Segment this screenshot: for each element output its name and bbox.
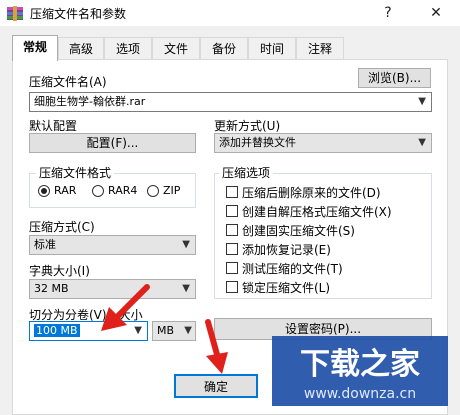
watermark-url: www.downza.cn [304,386,416,402]
dictionary-value: 32 MB [34,282,69,295]
tab-options[interactable]: 选项 [104,37,152,59]
recovery-record-label: 添加恢复记录(E) [242,243,331,257]
archiving-options-label: 压缩选项 [219,164,274,181]
split-size-value: 100 MB [34,324,80,337]
archive-name-label: 压缩文件名(A) [29,75,107,89]
solid-label: 创建固实压缩文件(S) [242,224,355,238]
sfx-checkbox[interactable] [226,205,238,217]
update-mode-label: 更新方式(U) [214,119,281,133]
format-rar4-radio[interactable] [92,185,104,197]
red-annotation-arrow-icon [101,284,150,331]
close-button[interactable]: ✕ [425,2,447,24]
archive-name-input[interactable]: 细胞生物学-翰依群.rar ▼ [29,92,432,112]
chevron-down-icon[interactable]: ▼ [184,322,192,340]
watermark-brand: 下载之家 [300,347,420,382]
method-select[interactable]: 标准 ▼ [29,235,196,255]
method-value: 标准 [34,238,56,251]
method-label: 压缩方式(C) [29,220,95,234]
format-rar-label: RAR [54,184,77,197]
split-unit-select[interactable]: MB ▼ [152,321,196,341]
archive-format-label: 压缩文件格式 [36,164,115,181]
browse-button[interactable]: 浏览(B)... [358,68,431,88]
delete-after-label: 压缩后删除原来的文件(D) [242,186,381,200]
format-rar-radio[interactable] [38,185,50,197]
test-files-label: 测试压缩的文件(T) [242,262,343,276]
split-unit-value: MB [157,324,175,337]
archive-name-value: 细胞生物学-翰依群.rar [34,95,146,108]
update-mode-select[interactable]: 添加并替换文件 ▼ [214,133,432,153]
lock-archive-checkbox[interactable] [226,281,238,293]
red-annotation-arrow-icon [205,319,228,374]
chevron-down-icon[interactable]: ▼ [182,280,190,298]
winrar-app-icon [6,4,24,22]
chevron-down-icon[interactable]: ▼ [182,236,190,254]
format-zip-label: ZIP [163,184,181,197]
tab-time[interactable]: 时间 [248,37,296,59]
dictionary-label: 字典大小(I) [29,264,90,278]
chevron-down-icon[interactable]: ▼ [418,134,426,152]
solid-checkbox[interactable] [226,224,238,236]
tab-general[interactable]: 常规 [12,35,58,61]
help-button[interactable]: ? [377,2,399,24]
format-rar4-label: RAR4 [108,184,138,197]
profile-label: 默认配置 [29,119,78,133]
tab-comment[interactable]: 注释 [296,37,344,59]
profiles-button[interactable]: 配置(F)... [29,133,196,153]
tab-advanced[interactable]: 高级 [58,37,104,59]
tab-files[interactable]: 文件 [152,37,200,59]
format-zip-radio[interactable] [147,185,159,197]
update-mode-value: 添加并替换文件 [219,136,296,149]
ok-button[interactable]: 确定 [174,374,258,398]
delete-after-checkbox[interactable] [226,186,238,198]
tab-backup[interactable]: 备份 [200,37,248,59]
sfx-label: 创建自解压格式压缩文件(X) [242,205,392,219]
window-title: 压缩文件名和参数 [30,7,127,21]
recovery-record-checkbox[interactable] [226,243,238,255]
downza-watermark-logo: 下载之家 www.downza.cn [272,336,448,406]
lock-archive-label: 锁定压缩文件(L) [242,281,331,295]
chevron-down-icon[interactable]: ▼ [418,93,426,111]
test-files-checkbox[interactable] [226,262,238,274]
